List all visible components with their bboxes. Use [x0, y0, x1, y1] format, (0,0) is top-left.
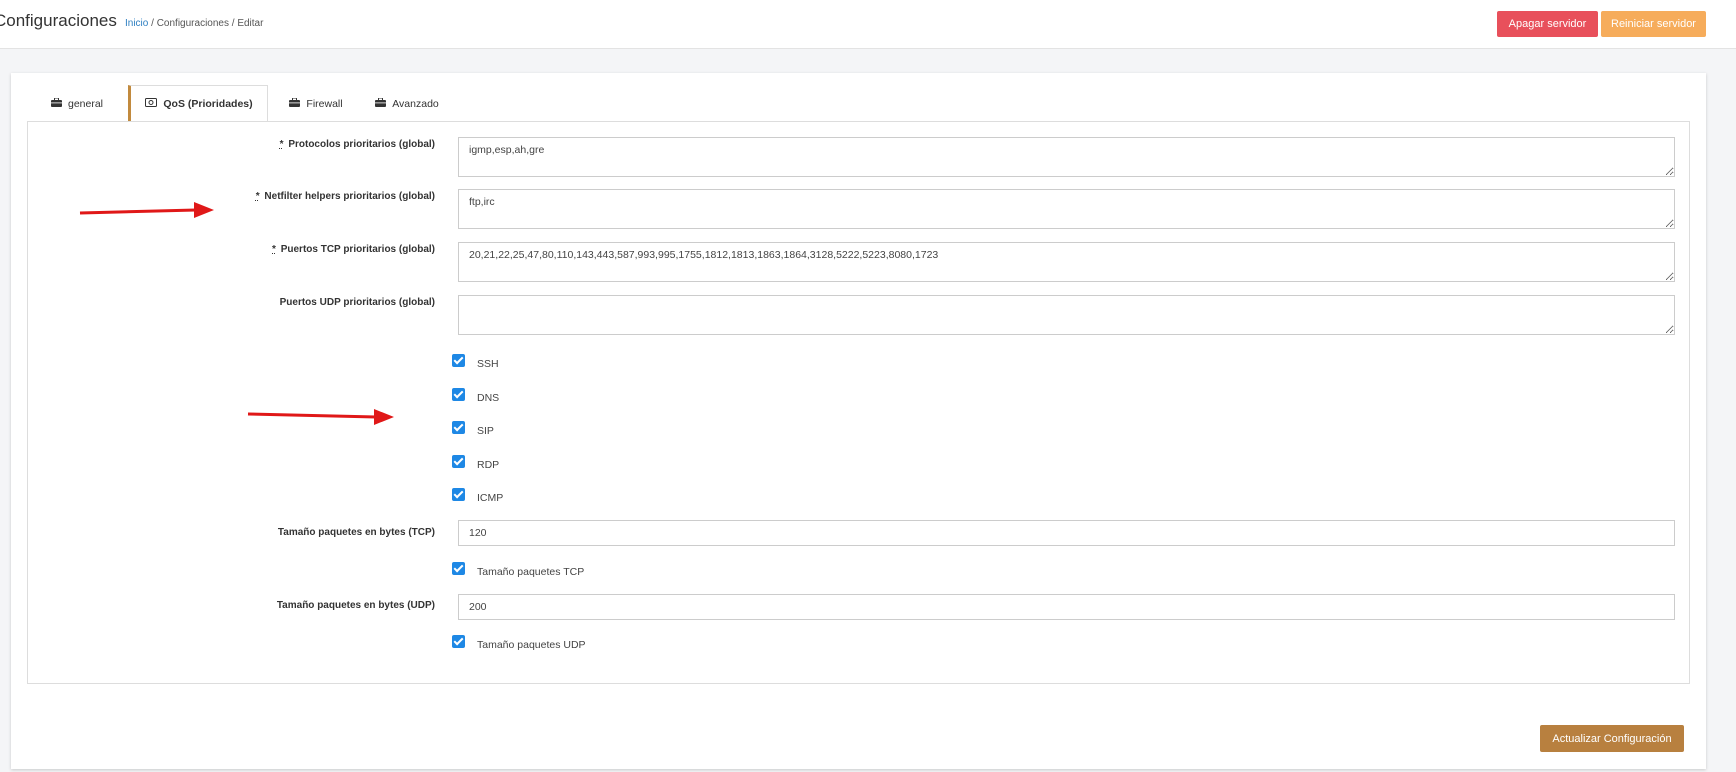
icmp-checkbox-row: ICMP — [452, 488, 504, 504]
dns-checkbox-label: DNS — [477, 391, 500, 404]
udp-size-checkbox[interactable] — [452, 635, 465, 648]
dns-checkbox[interactable] — [452, 388, 465, 401]
update-configuration-button[interactable]: Actualizar Configuración — [1540, 725, 1684, 752]
tcp-size-input[interactable] — [458, 520, 1675, 546]
tab-avanzado[interactable]: Avanzado — [367, 85, 447, 122]
tcp-size-checkbox-label: Tamaño paquetes TCP — [477, 565, 585, 578]
top-bar: Configuraciones Inicio / Configuraciones… — [0, 0, 1736, 49]
tab-label: general — [67, 97, 104, 110]
sip-checkbox[interactable] — [452, 421, 465, 434]
ssh-checkbox-row: SSH — [452, 354, 499, 370]
breadcrumb: Inicio / Configuraciones / Editar — [125, 18, 263, 29]
netfilter-label: * Netfilter helpers prioritarios (global… — [255, 191, 435, 202]
breadcrumb-home-link[interactable]: Inicio — [125, 18, 148, 29]
annotation-arrow-icon — [247, 409, 394, 425]
netfilter-textarea[interactable]: ftp,irc — [458, 189, 1675, 229]
udp-size-label: Tamaño paquetes en bytes (UDP) — [276, 600, 435, 611]
tcp-ports-textarea[interactable]: 20,21,22,25,47,80,110,143,443,587,993,99… — [458, 242, 1675, 282]
tcp-ports-label: * Puertos TCP prioritarios (global) — [272, 244, 435, 255]
udp-ports-label: Puertos UDP prioritarios (global) — [279, 297, 435, 308]
tab-firewall[interactable]: Firewall — [281, 85, 351, 122]
udp-ports-textarea[interactable] — [458, 295, 1675, 335]
tab-general[interactable]: general — [27, 85, 127, 122]
shutdown-server-button[interactable]: Apagar servidor — [1497, 11, 1598, 37]
icmp-checkbox-label: ICMP — [477, 491, 504, 504]
tcp-size-checkbox[interactable] — [452, 562, 465, 575]
restart-server-button[interactable]: Reiniciar servidor — [1601, 11, 1706, 37]
icmp-checkbox[interactable] — [452, 488, 465, 501]
tcp-size-label: Tamaño paquetes en bytes (TCP) — [277, 527, 435, 538]
sip-checkbox-row: SIP — [452, 421, 494, 437]
udp-size-checkbox-row: Tamaño paquetes UDP — [452, 635, 586, 651]
briefcase-icon — [375, 97, 387, 110]
tab-qos[interactable]: QoS (Prioridades) — [128, 85, 268, 122]
breadcrumb-separator: / — [148, 18, 157, 29]
breadcrumb-current: Editar — [237, 18, 264, 29]
ssh-checkbox[interactable] — [452, 354, 465, 367]
rdp-checkbox-row: RDP — [452, 455, 500, 471]
tab-label: QoS (Prioridades) — [163, 97, 253, 110]
udp-size-input[interactable] — [458, 594, 1675, 620]
udp-size-checkbox-label: Tamaño paquetes UDP — [477, 638, 586, 651]
tab-label: Avanzado — [392, 97, 439, 110]
tcp-size-checkbox-row: Tamaño paquetes TCP — [452, 562, 585, 578]
rdp-checkbox-label: RDP — [477, 458, 500, 471]
breadcrumb-section: Configuraciones — [156, 18, 229, 29]
dns-checkbox-row: DNS — [452, 388, 500, 404]
briefcase-icon — [289, 97, 301, 110]
protocols-label: * Protocolos prioritarios (global) — [279, 139, 435, 150]
page-title: Configuraciones — [0, 11, 117, 30]
briefcase-icon — [50, 97, 62, 110]
qos-panel: * Protocolos prioritarios (global) igmp,… — [27, 121, 1690, 684]
annotation-arrow-icon — [79, 202, 214, 218]
rdp-checkbox[interactable] — [452, 455, 465, 468]
money-icon — [145, 97, 158, 110]
protocols-textarea[interactable]: igmp,esp,ah,gre — [458, 137, 1675, 177]
tab-label: Firewall — [306, 97, 343, 110]
sip-checkbox-label: SIP — [477, 424, 494, 437]
ssh-checkbox-label: SSH — [477, 357, 499, 370]
tab-bar: general QoS (Prioridades) Firewall Avanz… — [27, 85, 1690, 122]
